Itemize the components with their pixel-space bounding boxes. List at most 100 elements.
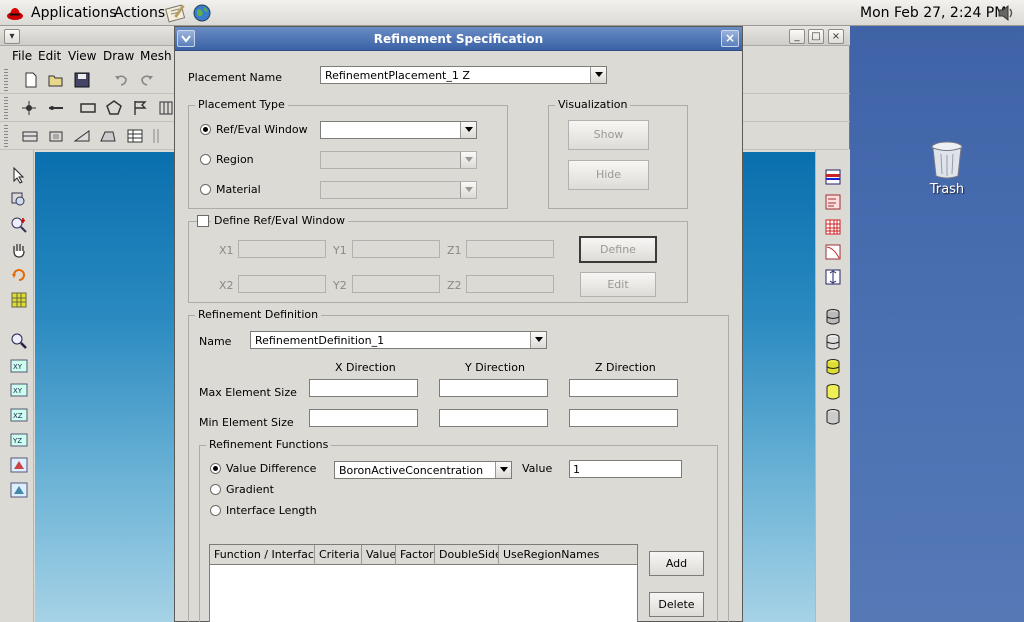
y1-field[interactable]: [352, 240, 440, 258]
trash-launcher[interactable]: Trash: [918, 140, 976, 197]
wire-cylinder-icon[interactable]: [824, 333, 842, 351]
z1-field[interactable]: [466, 240, 554, 258]
value-field[interactable]: 1: [569, 460, 682, 478]
rectangle-tool-icon[interactable]: [79, 99, 97, 117]
column-value[interactable]: Value: [362, 545, 396, 565]
gradient-radio[interactable]: [210, 484, 221, 495]
view-xz-icon[interactable]: XZ: [10, 406, 28, 424]
mesh-box-icon[interactable]: [47, 127, 65, 145]
yellow-cylinder-icon[interactable]: [824, 358, 842, 376]
max-z-field[interactable]: [569, 379, 678, 397]
rotate-icon[interactable]: [10, 266, 28, 284]
chevron-down-icon[interactable]: [495, 462, 511, 478]
node-tool-icon[interactable]: [20, 99, 38, 117]
y2-field[interactable]: [352, 275, 440, 293]
x2-field[interactable]: [238, 275, 326, 293]
close-button[interactable]: ×: [828, 29, 844, 44]
clock[interactable]: Mon Feb 27, 2:24 PM: [860, 5, 1006, 21]
function-combo[interactable]: BoronActiveConcentration: [334, 461, 512, 479]
mesh-refine-icon[interactable]: [21, 127, 39, 145]
add-button[interactable]: Add: [649, 551, 704, 576]
delete-button[interactable]: Delete: [649, 592, 704, 617]
definition-name-combo[interactable]: RefinementDefinition_1: [250, 331, 547, 349]
view-reset-icon[interactable]: [10, 481, 28, 499]
mesh-wedge-icon[interactable]: [99, 127, 117, 145]
min-y-field[interactable]: [439, 409, 548, 427]
material-combo[interactable]: [320, 181, 477, 199]
dialog-close-button[interactable]: ×: [721, 30, 739, 47]
undo-icon[interactable]: [112, 71, 130, 89]
select-arrow-icon[interactable]: [10, 166, 28, 184]
toolbar-grip[interactable]: [4, 125, 8, 147]
zoom-box-icon[interactable]: [10, 191, 28, 209]
actions-menu[interactable]: Actions: [114, 5, 165, 21]
grid-tool-icon[interactable]: [157, 99, 175, 117]
placement-name-combo[interactable]: RefinementPlacement_1 Z: [320, 66, 607, 84]
max-y-field[interactable]: [439, 379, 548, 397]
ref-eval-window-radio[interactable]: [200, 124, 211, 135]
edit-button[interactable]: Edit: [580, 272, 656, 297]
pan-hand-icon[interactable]: [10, 241, 28, 259]
edit-menu[interactable]: Edit: [38, 49, 61, 63]
maximize-button[interactable]: □: [808, 29, 824, 44]
toolbar-grip[interactable]: [4, 97, 8, 119]
functions-table[interactable]: Function / Interface Criteria Value Fact…: [209, 544, 638, 622]
define-window-checkbox[interactable]: [197, 215, 209, 227]
grid-icon[interactable]: [10, 291, 28, 309]
view-3d-icon[interactable]: [10, 456, 28, 474]
zoom-in-icon[interactable]: [10, 216, 28, 234]
z2-field[interactable]: [466, 275, 554, 293]
define-button[interactable]: Define: [579, 236, 657, 263]
draw-menu[interactable]: Draw: [103, 49, 134, 63]
ruler-icon[interactable]: [824, 268, 842, 286]
magnifier-icon[interactable]: [10, 332, 28, 350]
mesh-triangle-icon[interactable]: [73, 127, 91, 145]
interface-length-radio[interactable]: [210, 505, 221, 516]
redo-icon[interactable]: [138, 71, 156, 89]
material-radio[interactable]: [200, 184, 211, 195]
chevron-down-icon[interactable]: [460, 152, 476, 168]
notes-launcher-icon[interactable]: [165, 3, 187, 23]
mesh-menu[interactable]: Mesh: [140, 49, 172, 63]
region-radio[interactable]: [200, 154, 211, 165]
line-tool-icon[interactable]: [47, 99, 65, 117]
curve-plot-icon[interactable]: [824, 243, 842, 261]
mesh-table-icon[interactable]: [126, 127, 144, 145]
file-menu[interactable]: File: [12, 49, 32, 63]
applications-menu[interactable]: Applications: [31, 5, 117, 21]
toolbar-grip[interactable]: [4, 69, 8, 91]
column-useregionnames[interactable]: UseRegionNames: [499, 545, 637, 565]
redhat-icon[interactable]: [6, 4, 24, 22]
table-grid-icon[interactable]: [824, 218, 842, 236]
flag-tool-icon[interactable]: [131, 99, 149, 117]
chevron-down-icon[interactable]: [460, 122, 476, 138]
chevron-down-icon[interactable]: [590, 67, 606, 83]
minimize-button[interactable]: _: [789, 29, 805, 44]
chevron-down-icon[interactable]: [530, 332, 546, 348]
polygon-tool-icon[interactable]: [105, 99, 123, 117]
new-file-icon[interactable]: [22, 71, 40, 89]
open-folder-icon[interactable]: [47, 71, 65, 89]
filled-cylinder-icon[interactable]: [824, 383, 842, 401]
column-function-interface[interactable]: Function / Interface: [210, 545, 315, 565]
value-difference-radio[interactable]: [210, 463, 221, 474]
save-icon[interactable]: [73, 71, 91, 89]
view-yx-icon[interactable]: XY: [10, 381, 28, 399]
window-menu-button[interactable]: ▾: [4, 29, 20, 44]
view-menu[interactable]: View: [68, 49, 96, 63]
column-criteria[interactable]: Criteria: [315, 545, 362, 565]
column-factor[interactable]: Factor: [396, 545, 435, 565]
dialog-titlebar[interactable]: Refinement Specification ×: [175, 27, 742, 51]
view-yz-icon[interactable]: YZ: [10, 431, 28, 449]
region-combo[interactable]: [320, 151, 477, 169]
view-xy-icon[interactable]: XY: [10, 357, 28, 375]
x1-field[interactable]: [238, 240, 326, 258]
column-doubleside[interactable]: DoubleSide: [435, 545, 499, 565]
chevron-down-icon[interactable]: [460, 182, 476, 198]
show-button[interactable]: Show: [568, 120, 649, 150]
solid-cube-icon[interactable]: [824, 308, 842, 326]
volume-icon[interactable]: [996, 4, 1016, 22]
min-x-field[interactable]: [309, 409, 418, 427]
legend-icon[interactable]: [824, 193, 842, 211]
min-z-field[interactable]: [569, 409, 678, 427]
